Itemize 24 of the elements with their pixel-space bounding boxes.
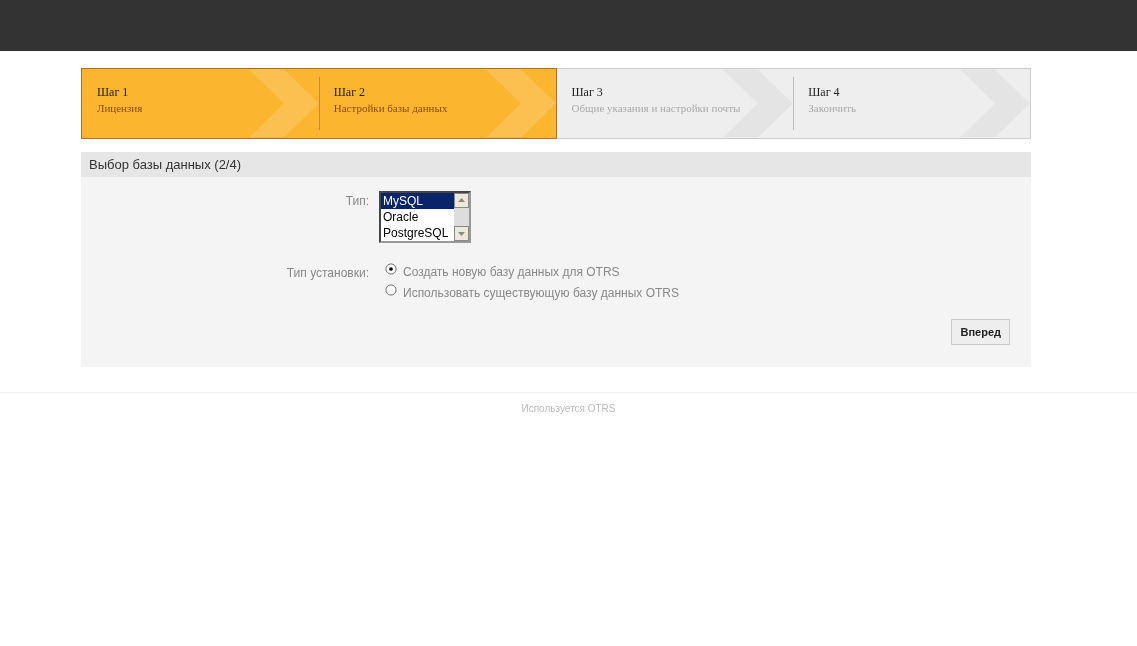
step-title: Шаг 3 (571, 85, 604, 100)
field-label: Тип: (344, 193, 369, 210)
radio-label: Создать новую базу данных для OTRS (403, 265, 620, 279)
step-subtitle: Лицензия (97, 102, 144, 114)
list-option[interactable]: Oracle (381, 209, 454, 225)
radio-button[interactable] (385, 284, 397, 296)
list-option[interactable]: MySQL (381, 193, 454, 209)
footer-text: Используется OTRS (521, 403, 616, 414)
database-type-listbox[interactable]: MySQL Oracle PostgreSQL (379, 191, 471, 243)
scroll-up-icon[interactable] (454, 193, 469, 208)
next-button[interactable]: Вперед (951, 319, 1010, 345)
chevron-icon (485, 69, 556, 138)
list-option[interactable]: PostgreSQL (381, 225, 454, 241)
step-title: Шаг 1 (97, 85, 130, 100)
radio-button[interactable] (385, 263, 397, 275)
scroll-down-icon[interactable] (454, 226, 469, 241)
step-subtitle: Закончить (808, 102, 858, 114)
field-label: Тип установки: (285, 265, 369, 282)
step-title: Шаг 4 (808, 85, 841, 100)
step-title: Шаг 2 (333, 85, 367, 100)
radio-label: Использовать существующую базу данных OTRS (403, 286, 679, 300)
panel-title: Выбор базы данных (2/4) (81, 152, 1031, 177)
chevron-icon (248, 69, 319, 138)
step-subtitle: Настройки базы данных (333, 102, 449, 114)
